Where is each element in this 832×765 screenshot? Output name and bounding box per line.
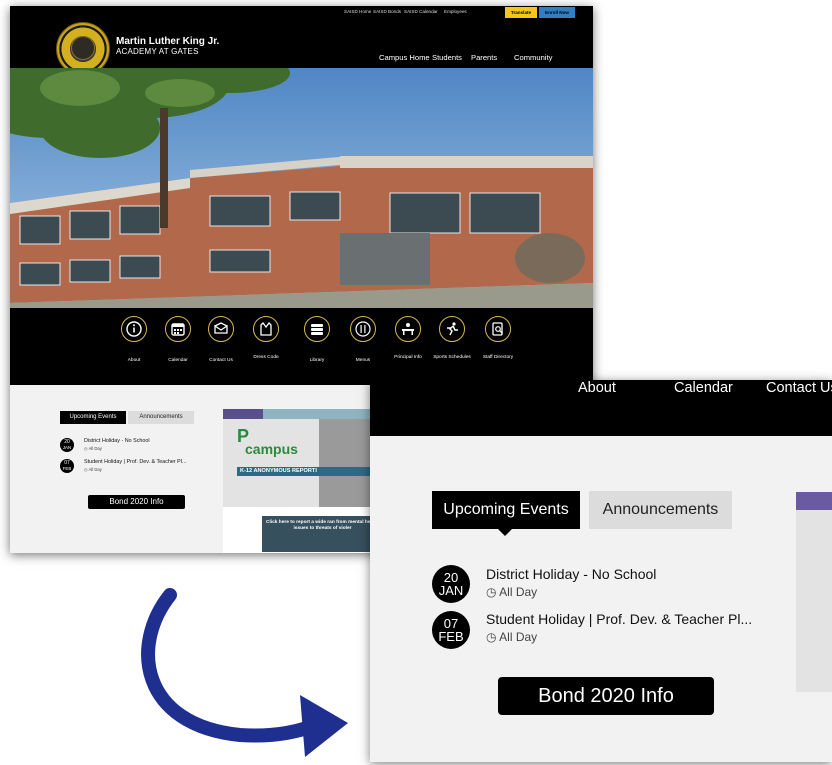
nav-parents[interactable]: Parents [471,53,497,62]
event-date-badge: 07 FEB [60,459,74,473]
translate-button[interactable]: Translate [505,7,537,18]
event-day: 07 [443,616,459,631]
p3-campus-promo[interactable]: P campus K-12 ANONYMOUS REPORTI Click he… [223,409,390,553]
quicklink-label-library: Library [309,358,325,363]
utility-link-employees[interactable]: Employees [444,9,467,14]
quicklink-principal-info[interactable] [395,316,421,342]
promo-brand: campus [245,441,298,457]
event-time: ◷ All Day [486,585,538,599]
shirt-icon [260,322,272,336]
quicklink-label-contact-us[interactable]: Contact Us [766,380,832,396]
event-month: FEB [438,629,464,644]
enroll-now-button[interactable]: Enroll Now [539,7,575,18]
quicklink-label-dress-code: Dress Code [253,355,279,360]
quick-links-bar: About Calendar Contact Us Dress Code Lib… [10,308,593,385]
event-day: 20 [64,439,70,445]
fork-knife-icon [355,321,371,337]
curved-arrow-icon [141,588,348,757]
quicklink-calendar[interactable] [165,316,191,342]
event-time: ◷ All Day [84,467,102,472]
quicklink-sports-schedules[interactable] [439,316,465,342]
quicklink-label-sports-schedules: Sports Schedules [433,355,471,360]
tab-upcoming-events[interactable]: Upcoming Events [432,491,580,529]
nav-community[interactable]: Community [514,53,552,62]
promo-banner: K-12 ANONYMOUS REPORTI [237,467,390,476]
quicklink-about[interactable] [121,316,147,342]
quicklink-label-calendar[interactable]: Calendar [674,380,733,396]
hero-photo-school-building [10,68,593,308]
active-tab-pointer [498,529,512,536]
quicklink-label-staff-directory: Staff Directory [482,355,514,360]
nav-students[interactable]: Students [432,53,462,62]
promo-top-bar [796,492,832,510]
runner-icon [447,322,458,336]
quicklink-contact-us[interactable] [208,316,234,342]
quick-links-bar-zoomed: About Calendar Contact Us [370,380,832,436]
jaguar-mascot-icon [71,36,95,60]
quicklink-label-principal-info: Principal Info [394,355,422,360]
utility-link-saisd-calendar[interactable]: SAISD Calendar [404,9,438,14]
quicklink-dress-code[interactable] [253,316,279,342]
promo-panel-edge [796,492,832,692]
envelope-icon [214,322,228,334]
event-time-text: All Day [499,585,538,599]
quicklink-label-calendar: Calendar [168,358,188,363]
event-title[interactable]: Student Holiday | Prof. Dev. & Teacher P… [84,459,186,465]
utility-bar: SAISD Home SAISD Bonds SAISD Calendar Em… [10,6,593,19]
tab-announcements[interactable]: Announcements [128,411,194,424]
quicklink-library[interactable] [304,316,330,342]
directory-search-icon [492,322,503,336]
quicklink-label-about: About [127,358,141,363]
utility-link-saisd-bonds[interactable]: SAISD Bonds [373,9,401,14]
books-icon [311,324,323,335]
utility-link-saisd-home[interactable]: SAISD Home [344,9,371,14]
event-time-text: All Day [499,630,538,644]
event-month: JAN [438,583,464,598]
event-time-text: All Day [88,467,102,472]
website-screenshot-zoomed: About Calendar Contact Us Upcoming Event… [370,380,832,762]
event-title[interactable]: District Holiday - No School [84,438,150,444]
event-day: 20 [443,570,459,585]
site-header: Martin Luther King Jr. ACADEMY AT GATES … [10,19,593,76]
event-date-badge: 20 JAN [432,565,470,603]
event-month: FEB [62,466,72,471]
tab-announcements[interactable]: Announcements [589,491,732,529]
info-icon [126,321,142,337]
event-title[interactable]: District Holiday - No School [486,566,656,582]
promo-cta-text[interactable]: Click here to report a wide ran from men… [262,516,383,552]
calendar-icon [171,323,185,336]
event-time: ◷ All Day [486,630,538,644]
bond-2020-info-button[interactable]: Bond 2020 Info [498,677,714,715]
desk-person-icon [402,323,414,335]
event-day: 07 [64,460,70,466]
school-name[interactable]: Martin Luther King Jr. [116,36,219,47]
event-date-badge: 20 JAN [60,438,74,452]
quicklink-staff-directory[interactable] [485,316,511,342]
promo-top-bar [223,409,383,419]
quicklink-label-about[interactable]: About [578,380,616,396]
quicklink-menus[interactable] [350,316,376,342]
tab-upcoming-events[interactable]: Upcoming Events [60,411,126,424]
bond-2020-info-button[interactable]: Bond 2020 Info [88,495,185,509]
quicklink-label-contact-us: Contact Us [209,358,233,363]
event-date-badge: 07 FEB [432,611,470,649]
event-title[interactable]: Student Holiday | Prof. Dev. & Teacher P… [486,611,752,627]
school-subtitle: ACADEMY AT GATES [116,47,199,56]
event-month: JAN [62,445,72,450]
event-time: ◷ All Day [84,446,102,451]
quicklink-label-menus: Menus [355,358,371,363]
nav-campus-home[interactable]: Campus Home [379,53,430,62]
event-time-text: All Day [88,446,102,451]
